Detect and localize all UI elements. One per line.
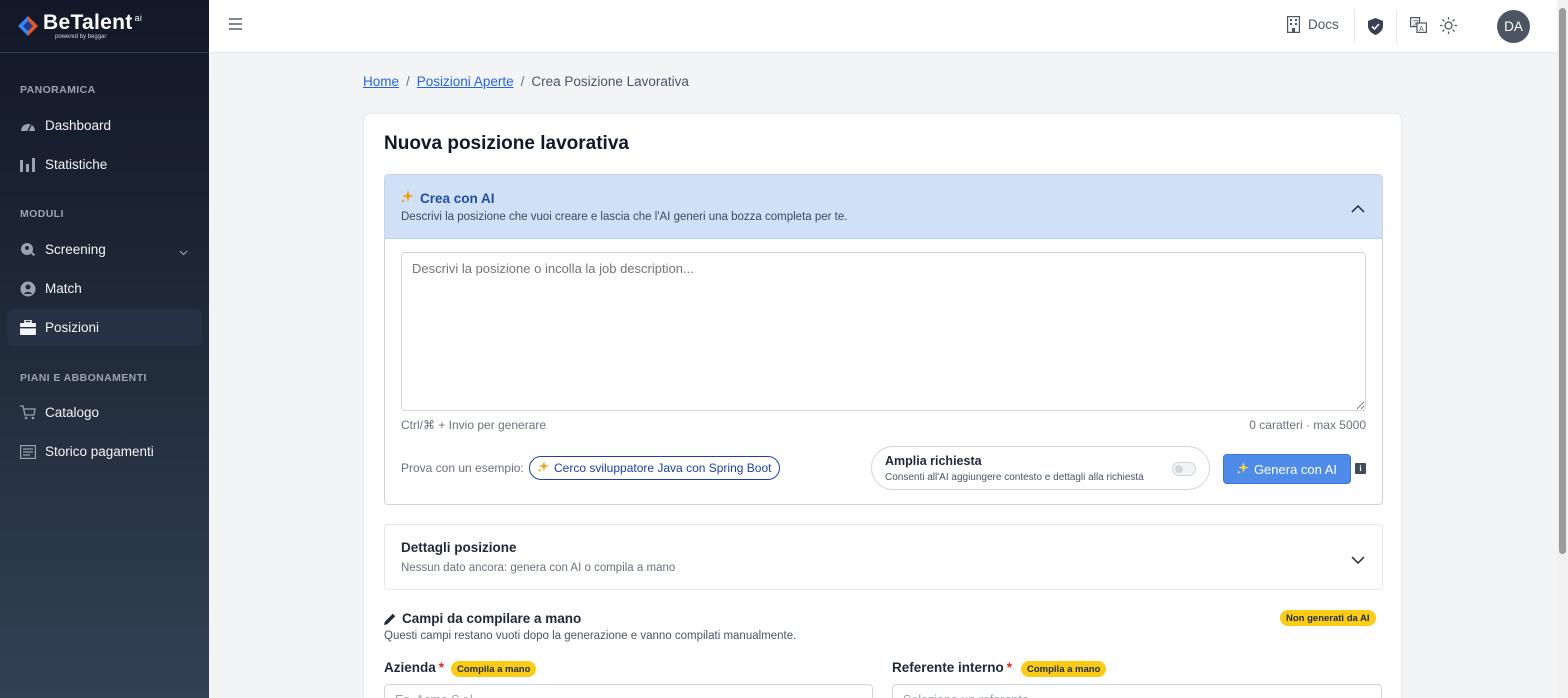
sparkles-icon [538,461,549,475]
details-subtitle: Nessun dato ancora: genera con AI o comp… [401,562,676,574]
sidebar-item-storico-pagamenti[interactable]: Storico pagamenti [7,433,202,470]
topbar-divider [1354,10,1355,43]
chevron-down-icon [179,244,188,259]
sparkles-icon [401,190,414,206]
top-bar: Docs 文A DA [209,0,1557,53]
breadcrumb-separator: / [520,74,525,89]
manual-fields-title: Campi da compilare a mano [384,611,581,626]
logo-icon [17,15,39,37]
bar-chart-icon [19,156,36,173]
azienda-label: Azienda * [384,660,444,675]
ai-panel-title: Crea con AI [420,190,495,206]
sun-icon[interactable] [1440,17,1457,39]
toggle-knob [1175,465,1183,473]
avatar[interactable]: DA [1497,10,1530,43]
page-title: Nuova posizione lavorativa [384,133,629,154]
sidebar-item-label: Screening [45,242,106,257]
referente-label-text: Referente interno [892,660,1004,675]
translate-icon[interactable]: 文A [1410,17,1427,38]
sidebar-item-label: Posizioni [45,320,100,335]
menu-toggle-icon[interactable] [229,17,242,35]
docs-link[interactable]: Docs [1287,16,1339,33]
svg-text:A: A [1419,25,1424,33]
sidebar-item-match[interactable]: Match [7,270,202,307]
sidebar-item-label: Dashboard [45,118,112,133]
user-circle-icon [19,280,36,297]
breadcrumb-home-link[interactable]: Home [363,74,399,89]
ai-panel-header[interactable]: Crea con AI Descrivi la posizione che vu… [385,175,1382,239]
docs-label: Docs [1308,17,1339,32]
sidebar-item-label: Storico pagamenti [45,444,154,459]
brand-logo[interactable]: BeTalent ai powered by beggar [0,0,209,53]
required-mark: * [438,660,445,675]
generate-button-label: Genera con AI [1253,461,1338,477]
brand-tagline: powered by beggar [55,34,107,40]
section-title-piani: PIANI E ABBONAMENTI [20,372,147,384]
brand-name: BeTalent [43,11,133,34]
ai-panel-description: Descrivi la posizione che vuoi creare e … [401,211,848,223]
section-title-panoramica: PANORAMICA [20,84,96,96]
compila-badge: Compila a mano [1021,661,1107,677]
amplia-description: Consenti all'AI aggiungere contesto e de… [885,472,1144,483]
compila-badge: Compila a mano [451,661,537,677]
chevron-up-icon[interactable] [1351,200,1365,218]
job-description-textarea[interactable] [401,252,1366,411]
building-icon [1287,16,1300,33]
shield-icon[interactable] [1368,18,1383,40]
breadcrumb: Home / Posizioni Aperte / Crea Posizione… [363,74,689,89]
manual-fields-description: Questi campi restano vuoti dopo la gener… [384,630,797,642]
briefcase-icon [19,319,36,336]
amplia-richiesta-option: Amplia richiesta Consenti all'AI aggiung… [871,446,1210,490]
example-chip[interactable]: Cerco sviluppatore Java con Spring Boot [529,456,781,480]
sidebar-item-dashboard[interactable]: Dashboard [7,107,202,144]
manual-title-label: Campi da compilare a mano [402,611,582,626]
sidebar-item-label: Catalogo [45,405,100,420]
amplia-toggle[interactable] [1172,462,1196,476]
azienda-label-text: Azienda [384,660,436,675]
generate-with-ai-button[interactable]: Genera con AI [1223,454,1351,484]
sparkles-icon [1236,461,1249,477]
required-mark: * [1006,660,1013,675]
receipt-icon [19,443,36,460]
info-icon[interactable]: i [1355,463,1366,474]
try-example-label: Prova con un esempio: [401,461,524,475]
chevron-down-icon[interactable] [1351,551,1365,569]
topbar-divider [1396,10,1397,43]
section-title-moduli: MODULI [20,208,64,220]
gauge-icon [19,117,36,134]
create-position-card: Nuova posizione lavorativa Crea con AI D… [363,113,1402,698]
sidebar-item-label: Match [45,281,82,296]
azienda-input[interactable]: Es. Acme S.r.l. [384,684,873,698]
cart-icon [19,404,36,421]
breadcrumb-current: Crea Posizione Lavorativa [531,74,689,89]
example-chip-label: Cerco sviluppatore Java con Spring Boot [554,461,772,475]
sidebar-item-label: Statistiche [45,157,108,172]
sidebar: BeTalent ai powered by beggar PANORAMICA … [0,0,209,698]
sidebar-item-statistiche[interactable]: Statistiche [7,146,202,183]
scrollbar[interactable] [1557,0,1568,698]
amplia-title: Amplia richiesta [885,454,982,468]
sidebar-item-posizioni[interactable]: Posizioni [7,309,202,346]
referente-label: Referente interno * [892,660,1012,675]
char-counter: 0 caratteri · max 5000 [1249,418,1366,432]
breadcrumb-separator: / [406,74,410,89]
brand-superscript: ai [134,13,143,23]
search-person-icon [19,241,36,258]
referente-select[interactable]: Seleziona un referente [892,684,1382,698]
scrollbar-thumb[interactable] [1559,8,1566,554]
shortcut-hint: Ctrl/⌘ + Invio per generare [401,418,547,432]
position-details-panel[interactable]: Dettagli posizione Nessun dato ancora: g… [384,524,1383,590]
sidebar-item-catalogo[interactable]: Catalogo [7,394,202,431]
pencil-icon [384,613,396,625]
details-title: Dettagli posizione [401,540,517,555]
non-ai-badge: Non generati da AI [1280,610,1376,626]
breadcrumb-positions-link[interactable]: Posizioni Aperte [417,74,514,89]
sidebar-item-screening[interactable]: Screening [7,231,202,268]
ai-create-panel: Crea con AI Descrivi la posizione che vu… [384,174,1383,505]
